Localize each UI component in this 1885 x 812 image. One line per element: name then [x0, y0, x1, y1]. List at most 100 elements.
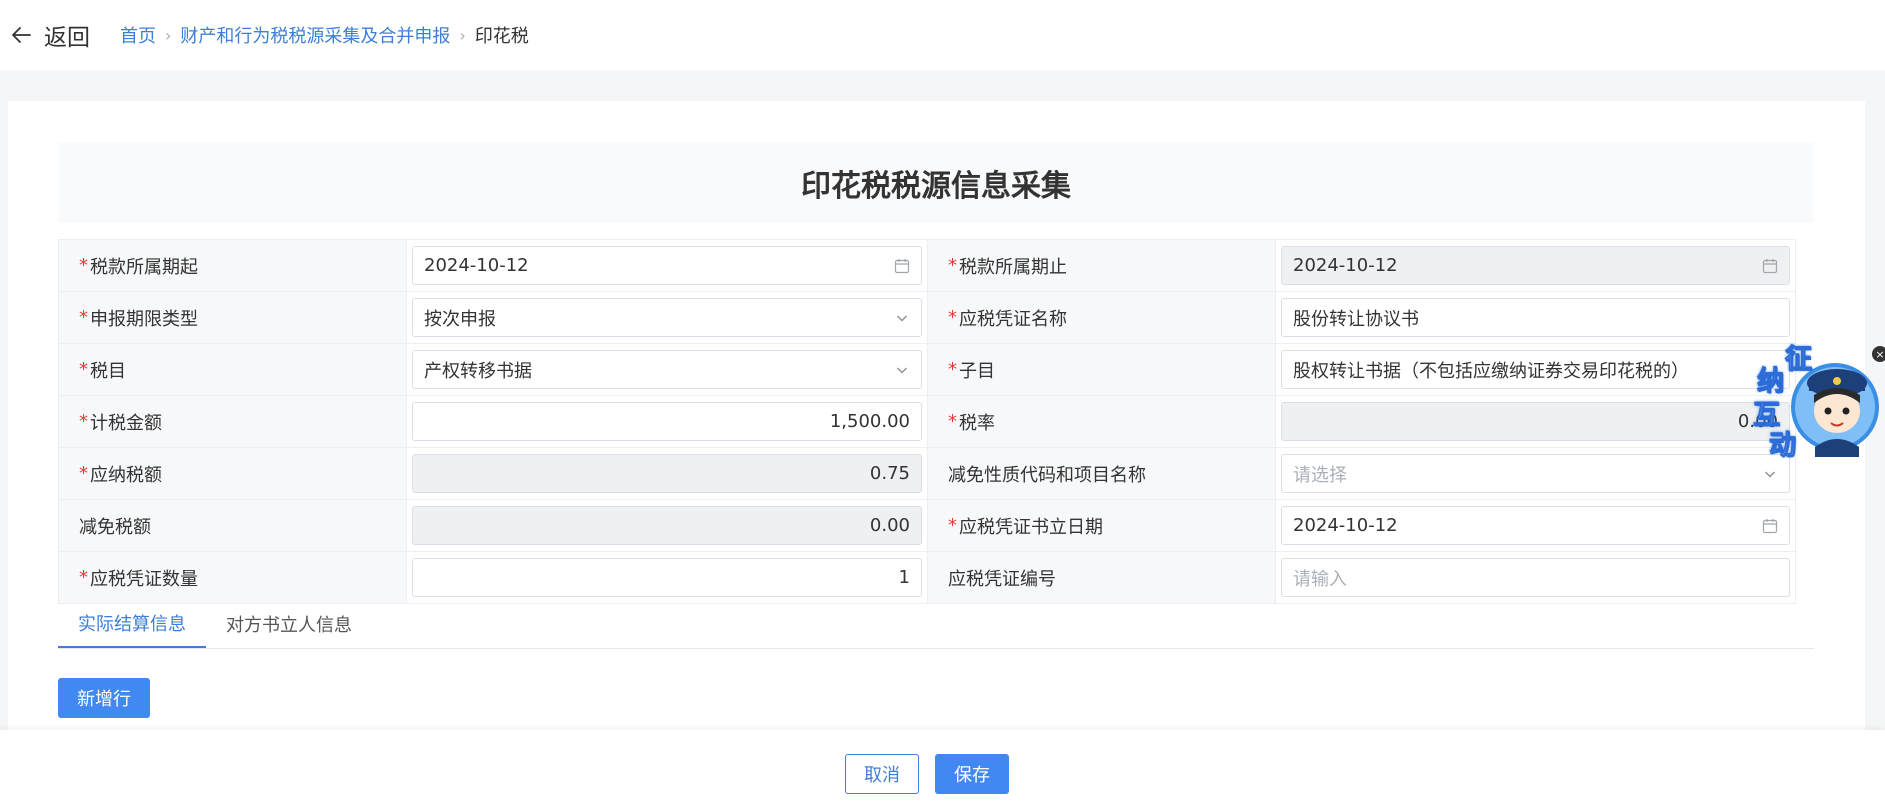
required-marker: *: [79, 411, 88, 432]
cancel-button[interactable]: 取消: [845, 754, 919, 794]
number-input: 0.00: [1281, 402, 1790, 441]
date-picker[interactable]: 2024-10-12: [1281, 506, 1790, 545]
field-value-cell: 1: [406, 552, 927, 603]
interaction-widget[interactable]: 征 纳 互 动 ×: [1745, 337, 1885, 462]
breadcrumb-home[interactable]: 首页: [120, 22, 156, 48]
close-icon[interactable]: ×: [1872, 346, 1885, 362]
widget-char-1: 征: [1785, 344, 1813, 376]
field-value: 2024-10-12: [1293, 255, 1398, 276]
save-button[interactable]: 保存: [935, 754, 1009, 794]
field-value-cell: 请选择: [1275, 448, 1796, 499]
select-dropdown[interactable]: 产权转移书据: [412, 350, 922, 389]
form-row: * 税目 产权转移书据 * 子目 股权转让书据（不包括应缴纳证券交易印花税的）: [58, 344, 1796, 396]
field-label-text: 减免性质代码和项目名称: [948, 464, 1146, 486]
field-label: * 子目: [927, 344, 1275, 395]
footer-bar: 取消 保存: [0, 730, 1885, 812]
required-marker: *: [948, 411, 957, 432]
field-value-cell: 产权转移书据: [406, 344, 927, 395]
field-label: 应税凭证编号: [927, 552, 1275, 603]
field-value-cell: 0.75: [406, 448, 927, 499]
required-marker: *: [79, 567, 88, 588]
field-label: * 应纳税额: [58, 448, 406, 499]
breadcrumb-separator-icon: ›: [165, 25, 172, 45]
field-value: 0.00: [869, 515, 910, 536]
field-value: 0.75: [869, 463, 910, 484]
number-input: 0.75: [412, 454, 922, 493]
chevron-down-icon: [1762, 466, 1778, 482]
number-input[interactable]: 1: [412, 558, 922, 597]
required-marker: *: [79, 359, 88, 380]
add-row-button[interactable]: 新增行: [58, 678, 150, 718]
breadcrumb-declaration[interactable]: 财产和行为税税源采集及合并申报: [180, 22, 450, 48]
field-label-text: 应税凭证数量: [90, 568, 198, 590]
field-value-cell: 2024-10-12: [1275, 500, 1796, 551]
required-marker: *: [948, 359, 957, 380]
field-label: * 税目: [58, 344, 406, 395]
top-bar: 返回 首页 › 财产和行为税税源采集及合并申报 › 印花税: [0, 0, 1885, 70]
field-value: 2024-10-12: [1293, 515, 1398, 536]
field-label: * 申报期限类型: [58, 292, 406, 343]
field-value-cell: 0.00: [1275, 396, 1796, 447]
field-label: * 税率: [927, 396, 1275, 447]
date-picker[interactable]: 2024-10-12: [412, 246, 922, 285]
required-marker: *: [79, 307, 88, 328]
form-grid: * 税款所属期起 2024-10-12 * 税款所属期止 2024-10-12 * 申报期限类…: [58, 239, 1796, 604]
field-value: 股份转让协议书: [1293, 308, 1419, 330]
field-label-text: 子目: [959, 360, 995, 382]
form-row: * 应纳税额 0.75 减免性质代码和项目名称 请选择: [58, 448, 1796, 500]
required-marker: *: [948, 307, 957, 328]
text-input[interactable]: 股权转让书据（不包括应缴纳证券交易印花税的）: [1281, 350, 1790, 389]
breadcrumb: 首页 › 财产和行为税税源采集及合并申报 › 印花税: [120, 22, 529, 48]
required-marker: *: [948, 515, 957, 536]
text-input[interactable]: 请输入: [1281, 558, 1790, 597]
main-card: 印花税税源信息采集 * 税款所属期起 2024-10-12 * 税款所属期止 2024-1…: [8, 101, 1865, 741]
placeholder-text: 请输入: [1293, 568, 1347, 590]
text-input[interactable]: 股份转让协议书: [1281, 298, 1790, 337]
select-dropdown[interactable]: 请选择: [1281, 454, 1790, 493]
field-value-cell: 股份转让协议书: [1275, 292, 1796, 343]
field-value-cell: 1,500.00: [406, 396, 927, 447]
field-value-cell: 2024-10-12: [1275, 240, 1796, 291]
field-value: 股权转让书据（不包括应缴纳证券交易印花税的）: [1293, 360, 1689, 382]
form-row: * 申报期限类型 按次申报 * 应税凭证名称 股份转让协议书: [58, 292, 1796, 344]
title-band: 印花税税源信息采集: [58, 143, 1814, 223]
required-marker: *: [948, 255, 957, 276]
number-input: 0.00: [412, 506, 922, 545]
field-label: 减免税额: [58, 500, 406, 551]
field-value-cell: 按次申报: [406, 292, 927, 343]
field-label: * 应税凭证数量: [58, 552, 406, 603]
field-label-text: 减免税额: [79, 516, 151, 538]
field-label: * 应税凭证名称: [927, 292, 1275, 343]
form-row: 减免税额 0.00 * 应税凭证书立日期 2024-10-12: [58, 500, 1796, 552]
tab-counterparty-info[interactable]: 对方书立人信息: [206, 600, 372, 648]
tabs: 实际结算信息 对方书立人信息: [58, 600, 1814, 649]
field-value: 产权转移书据: [424, 360, 532, 382]
date-picker: 2024-10-12: [1281, 246, 1790, 285]
field-label: 减免性质代码和项目名称: [927, 448, 1275, 499]
field-value-cell: 2024-10-12: [406, 240, 927, 291]
placeholder-text: 请选择: [1293, 464, 1347, 486]
chevron-down-icon: [894, 310, 910, 326]
field-label-text: 计税金额: [90, 412, 162, 434]
field-label: * 应税凭证书立日期: [927, 500, 1275, 551]
select-dropdown[interactable]: 按次申报: [412, 298, 922, 337]
form-row: * 计税金额 1,500.00 * 税率 0.00: [58, 396, 1796, 448]
field-label-text: 应税凭证书立日期: [959, 516, 1103, 538]
field-label-text: 税款所属期起: [90, 256, 198, 278]
field-value-cell: 请输入: [1275, 552, 1796, 603]
field-value: 0.00: [1737, 411, 1778, 432]
tab-actual-settlement[interactable]: 实际结算信息: [58, 600, 206, 648]
arrow-left-icon: [12, 27, 31, 43]
number-input[interactable]: 1,500.00: [412, 402, 922, 441]
back-button[interactable]: 返回: [10, 18, 90, 52]
field-value: 1,500.00: [829, 411, 910, 432]
field-label-text: 税款所属期止: [959, 256, 1067, 278]
field-value-cell: 股权转让书据（不包括应缴纳证券交易印花税的）: [1275, 344, 1796, 395]
calendar-icon: [1762, 258, 1778, 274]
field-label: * 税款所属期止: [927, 240, 1275, 291]
field-label: * 计税金额: [58, 396, 406, 447]
field-value: 按次申报: [424, 308, 496, 330]
field-value: 1: [898, 567, 910, 588]
field-value-cell: 0.00: [406, 500, 927, 551]
field-label-text: 税目: [90, 360, 126, 382]
